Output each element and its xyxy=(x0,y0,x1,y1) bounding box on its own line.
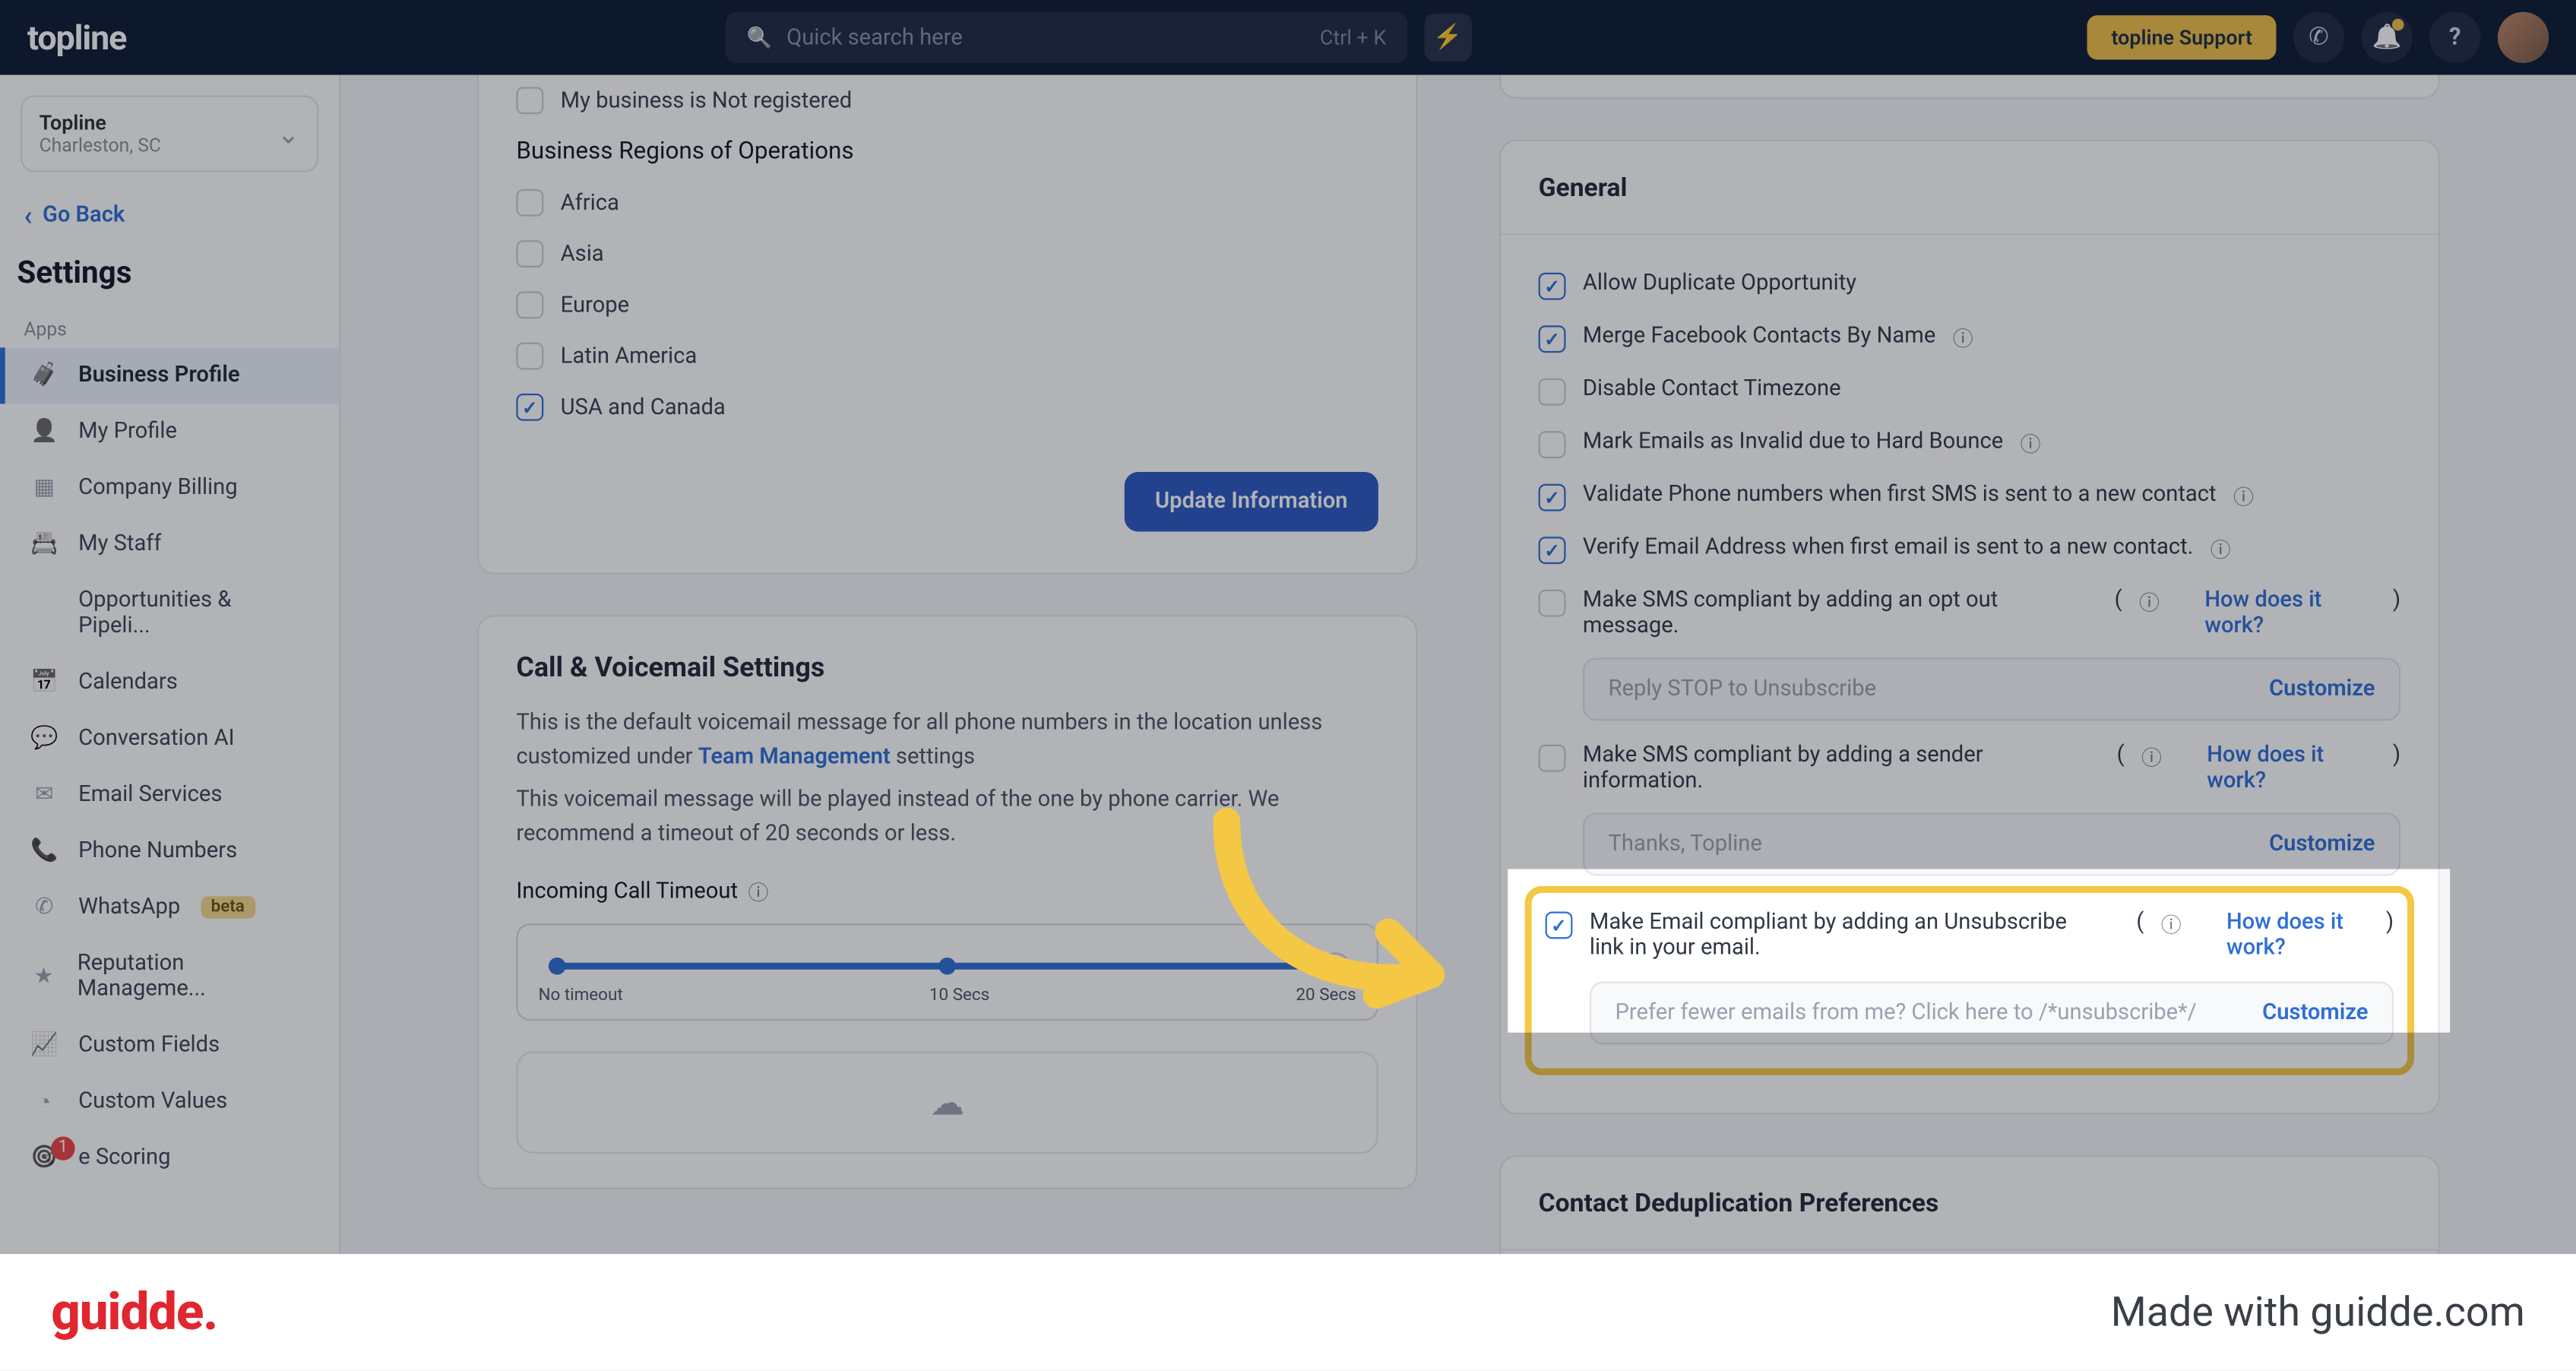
overlay-dim xyxy=(0,0,2576,869)
made-with-label: Made with guidde.com xyxy=(2111,1288,2525,1336)
overlay-dim xyxy=(0,1033,2576,1254)
customize-link-3[interactable]: Customize xyxy=(2262,1000,2368,1026)
how-link-3[interactable]: How does it work? xyxy=(2226,910,2369,961)
unsub-placeholder: Prefer fewer emails from me? Click here … xyxy=(1616,1000,2197,1026)
annotation-arrow xyxy=(1176,787,1483,1026)
guidde-footer: guidde. Made with guidde.com xyxy=(0,1254,2576,1369)
checkbox-email-unsub[interactable] xyxy=(1546,912,1573,939)
info-icon[interactable] xyxy=(2161,910,2182,939)
opt-email-unsub: Make Email compliant by adding an Unsubs… xyxy=(1590,910,2103,961)
guidde-logo: guidde. xyxy=(51,1282,217,1341)
overlay-dim xyxy=(2450,869,2576,1032)
